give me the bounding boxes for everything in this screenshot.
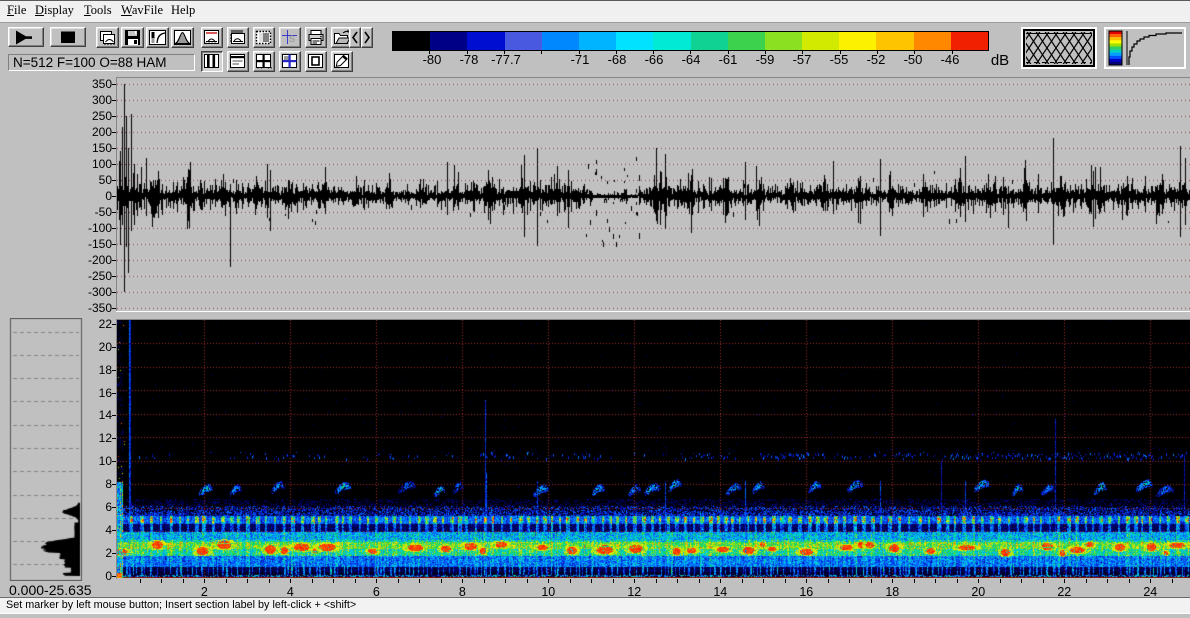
svg-text:s: s — [289, 31, 295, 45]
